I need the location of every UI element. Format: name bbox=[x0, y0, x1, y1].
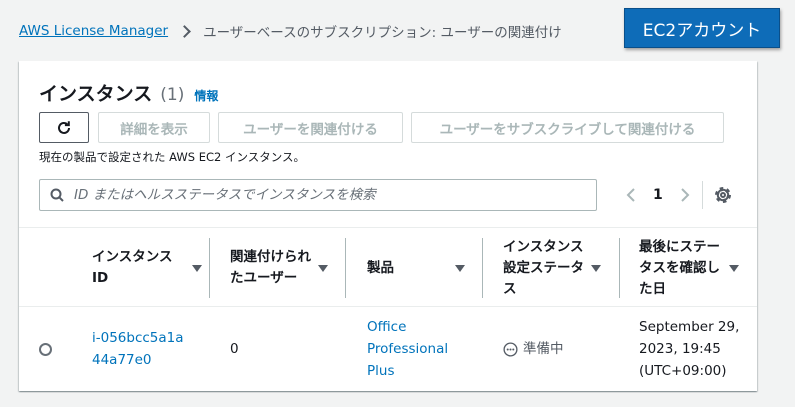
status-text: 準備中 bbox=[523, 341, 564, 357]
panel-title: インスタンス bbox=[39, 83, 153, 105]
breadcrumb-current: ユーザーベースのサブスクリプション: ユーザーの関連付け bbox=[203, 25, 562, 41]
refresh-icon bbox=[58, 120, 70, 134]
instances-panel: インスタンス (1) 情報 詳細を表示 ユーザーを関連付ける ユーザーをサブスク… bbox=[19, 61, 757, 391]
search-input[interactable] bbox=[74, 187, 574, 203]
column-label: 関連付けられたユーザー bbox=[230, 249, 311, 286]
sort-caret-icon bbox=[318, 264, 328, 272]
divider bbox=[702, 181, 703, 209]
pagination: 1 bbox=[621, 185, 695, 205]
info-link[interactable]: 情報 bbox=[194, 87, 218, 104]
column-divider[interactable] bbox=[345, 238, 346, 298]
last-checked-date: September 29, 2023, 19:45 (UTC+09:00) bbox=[639, 319, 740, 379]
ec2-account-callout: EC2アカウント bbox=[624, 8, 780, 48]
column-label: インスタンス設定ステータス bbox=[503, 238, 584, 297]
table-settings-button[interactable] bbox=[713, 185, 733, 205]
search-icon bbox=[50, 188, 64, 202]
panel-header: インスタンス (1) 情報 bbox=[39, 79, 218, 106]
product-link[interactable]: Office Professional Plus bbox=[367, 316, 467, 382]
instance-id-link[interactable]: i-056bcc5a1a44a77e0 bbox=[92, 327, 192, 371]
refresh-button[interactable] bbox=[39, 112, 89, 143]
column-header-associated-users[interactable]: 関連付けられたユーザー bbox=[230, 228, 334, 308]
subscribe-and-associate-button[interactable]: ユーザーをサブスクライブして関連付ける bbox=[411, 112, 724, 143]
chevron-left-icon bbox=[626, 188, 635, 202]
associated-users-count: 0 bbox=[230, 341, 239, 357]
chevron-right-icon bbox=[681, 188, 690, 202]
chevron-right-icon bbox=[178, 24, 191, 38]
sort-caret-icon bbox=[729, 264, 739, 272]
status-badge: 準備中 bbox=[503, 338, 564, 360]
column-divider[interactable] bbox=[482, 238, 483, 298]
pending-dots-icon bbox=[503, 341, 518, 357]
current-page-number[interactable]: 1 bbox=[653, 187, 663, 203]
breadcrumb: AWS License Manager ユーザーベースのサブスクリプション: ユ… bbox=[19, 20, 562, 42]
associate-users-button[interactable]: ユーザーを関連付ける bbox=[218, 112, 403, 143]
prev-page-button[interactable] bbox=[621, 185, 641, 205]
next-page-button[interactable] bbox=[675, 185, 695, 205]
row-select-radio[interactable] bbox=[39, 343, 52, 356]
column-header-last-checked[interactable]: 最後にステータスを確認した日 bbox=[639, 228, 745, 308]
column-label: インスタンス ID bbox=[92, 249, 173, 286]
gear-icon bbox=[715, 187, 731, 203]
sort-caret-icon bbox=[192, 264, 202, 272]
column-divider[interactable] bbox=[209, 238, 210, 298]
sort-caret-icon bbox=[591, 264, 601, 272]
instance-count: (1) bbox=[160, 85, 185, 105]
sort-caret-icon bbox=[455, 264, 465, 272]
column-divider[interactable] bbox=[619, 238, 620, 298]
column-header-instance-id[interactable]: インスタンス ID bbox=[92, 228, 208, 308]
breadcrumb-license-manager-link[interactable]: AWS License Manager bbox=[19, 23, 168, 39]
column-label: 最後にステータスを確認した日 bbox=[639, 238, 720, 297]
table-row[interactable]: i-056bcc5a1a44a77e0 0 Office Professiona… bbox=[19, 307, 757, 391]
panel-description: 現在の製品で設定された AWS EC2 インスタンス。 bbox=[39, 150, 306, 164]
column-label: 製品 bbox=[367, 259, 394, 276]
view-details-button[interactable]: 詳細を表示 bbox=[98, 112, 210, 143]
table-header: インスタンス ID 関連付けられたユーザー 製品 インスタンス設定ステータス 最… bbox=[19, 227, 757, 307]
column-header-instance-status[interactable]: インスタンス設定ステータス bbox=[503, 228, 607, 308]
search-box[interactable] bbox=[39, 179, 597, 211]
column-header-product[interactable]: 製品 bbox=[367, 228, 471, 308]
